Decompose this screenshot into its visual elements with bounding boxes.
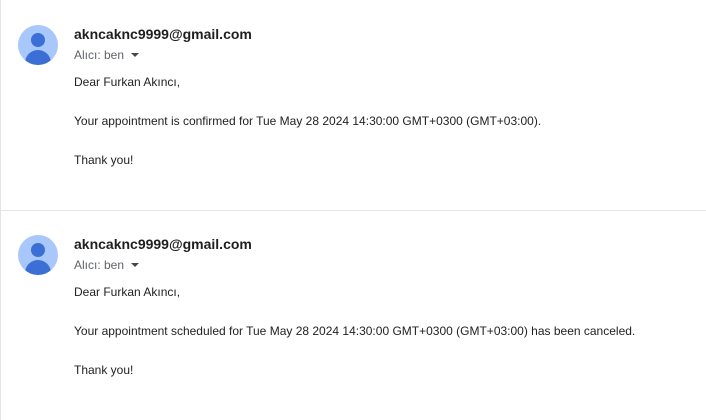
- sender-avatar-icon[interactable]: [18, 25, 58, 65]
- avatar-head: [31, 33, 45, 47]
- message-closing: Thank you!: [74, 153, 134, 167]
- sender-email[interactable]: akncaknc9999@gmail.com: [74, 236, 252, 252]
- sender-email[interactable]: akncaknc9999@gmail.com: [74, 26, 252, 42]
- message-closing: Thank you!: [74, 363, 134, 377]
- message-body: Your appointment is confirmed for Tue Ma…: [74, 114, 542, 128]
- email-thread: akncaknc9999@gmail.com Alıcı: ben Dear F…: [0, 0, 706, 420]
- message-greeting: Dear Furkan Akıncı,: [74, 285, 181, 299]
- recipient-label: Alıcı: ben: [74, 258, 125, 272]
- email-message: akncaknc9999@gmail.com Alıcı: ben Dear F…: [1, 0, 706, 210]
- caret-down-icon[interactable]: [131, 53, 140, 57]
- sender-avatar-icon[interactable]: [18, 235, 58, 275]
- avatar-head: [31, 243, 45, 257]
- avatar-body: [25, 50, 51, 65]
- avatar-body: [25, 260, 51, 275]
- recipient-label: Alıcı: ben: [74, 48, 125, 62]
- recipient-details-toggle[interactable]: Alıcı: ben: [74, 48, 140, 62]
- caret-down-icon[interactable]: [131, 263, 140, 267]
- recipient-details-toggle[interactable]: Alıcı: ben: [74, 258, 140, 272]
- message-body: Your appointment scheduled for Tue May 2…: [74, 324, 636, 338]
- email-message: akncaknc9999@gmail.com Alıcı: ben Dear F…: [1, 210, 706, 420]
- message-greeting: Dear Furkan Akıncı,: [74, 75, 181, 89]
